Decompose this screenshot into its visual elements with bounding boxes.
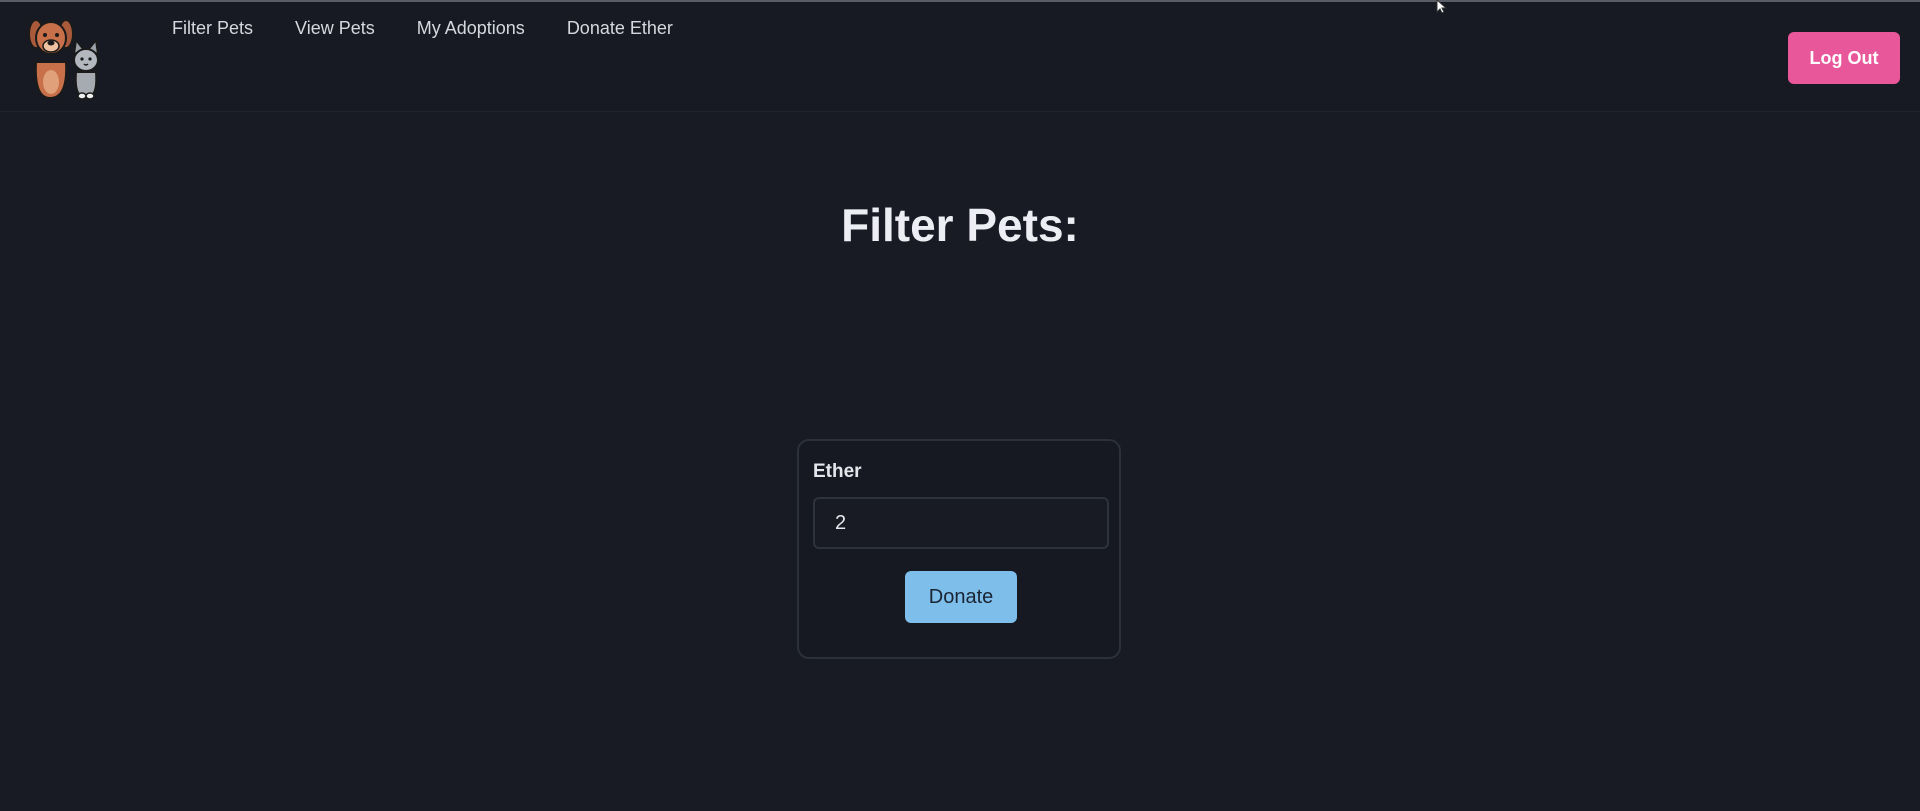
donate-card: Ether Donate — [797, 439, 1121, 659]
navbar: Filter Pets View Pets My Adoptions Donat… — [0, 2, 1920, 112]
donate-button[interactable]: Donate — [905, 571, 1017, 623]
dog-and-cat-logo-icon[interactable] — [22, 12, 110, 100]
nav-link-donate-ether[interactable]: Donate Ether — [567, 18, 673, 39]
ether-input[interactable] — [813, 497, 1109, 549]
nav-link-view-pets[interactable]: View Pets — [295, 18, 375, 39]
nav-link-filter-pets[interactable]: Filter Pets — [172, 18, 253, 39]
logout-button[interactable]: Log Out — [1788, 32, 1900, 84]
page-title: Filter Pets: — [841, 199, 1079, 251]
ether-label: Ether — [813, 461, 862, 482]
mouse-cursor-icon — [1436, 0, 1448, 14]
main-nav: Filter Pets View Pets My Adoptions Donat… — [172, 18, 715, 39]
nav-link-my-adoptions[interactable]: My Adoptions — [417, 18, 525, 39]
